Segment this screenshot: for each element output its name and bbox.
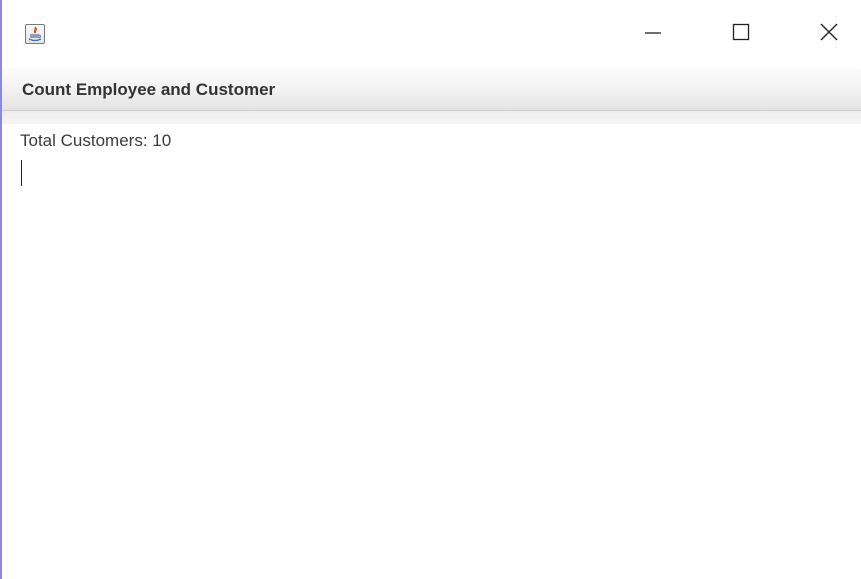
menu-title[interactable]: Count Employee and Customer [22, 80, 275, 100]
minimize-button[interactable] [630, 14, 676, 54]
minimize-icon [643, 22, 663, 47]
text-area[interactable]: Total Customers: 10 [16, 124, 861, 579]
text-caret [21, 160, 22, 186]
close-button[interactable] [806, 14, 852, 54]
menu-bar: Count Employee and Customer [2, 68, 861, 111]
maximize-icon [731, 22, 751, 47]
total-customers-text: Total Customers: 10 [20, 131, 172, 150]
maximize-button[interactable] [718, 14, 764, 54]
close-icon [819, 22, 839, 47]
app-window: Count Employee and Customer Total Custom… [0, 0, 861, 579]
content-divider [2, 111, 861, 124]
java-app-icon[interactable] [25, 24, 45, 44]
title-bar[interactable] [2, 0, 861, 68]
